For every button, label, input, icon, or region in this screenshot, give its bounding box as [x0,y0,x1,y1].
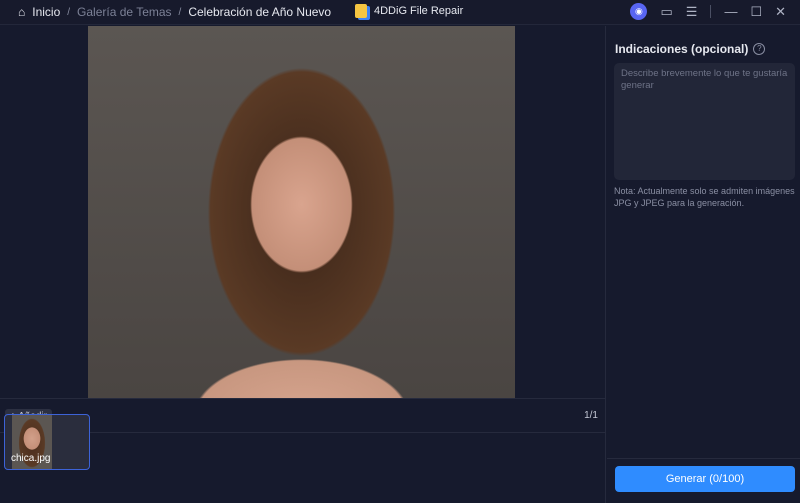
breadcrumb-separator: / [178,6,182,18]
minimize-icon[interactable]: — [724,4,737,19]
home-icon[interactable]: ⌂ [18,5,25,19]
breadcrumb-gallery[interactable]: Galería de Temas [77,5,172,19]
panel-title: Indicaciones (opcional) [615,42,749,56]
thumbnail-name: chica.jpg [11,453,51,464]
breadcrumb-current: Celebración de Año Nuevo [188,5,332,19]
generate-button[interactable]: Generar (0/100) [615,466,795,492]
preview-area: + Añadir 1/1 [0,26,606,503]
discord-icon[interactable]: ◉ [630,3,648,20]
app-title-text: 4DDiG File Repair [374,5,464,17]
breadcrumb: ⌂ Inicio / Galería de Temas / Celebració… [18,5,331,19]
feedback-icon[interactable]: ▭ [660,4,672,20]
breadcrumb-home[interactable]: Inicio [32,5,60,19]
thumbnail-item[interactable]: chica.jpg [4,414,90,470]
divider [607,458,800,459]
close-icon[interactable]: ✕ [775,4,786,20]
image-toolbar: + Añadir 1/1 [0,398,605,433]
prompt-input[interactable] [614,63,795,180]
prompt-panel: Indicaciones (opcional)? Nota: Actualmen… [607,26,800,503]
help-icon[interactable]: ? [753,43,766,55]
menu-icon[interactable]: ☰ [686,4,698,20]
app-title: 4DDiG File Repair [355,4,463,18]
preview-image [88,26,515,398]
format-note: Nota: Actualmente solo se admiten imágen… [614,186,795,208]
breadcrumb-separator: / [67,6,71,18]
divider [710,5,712,18]
page-count: 1/1 [584,410,598,421]
title-bar: ⌂ Inicio / Galería de Temas / Celebració… [0,0,800,25]
app-logo-icon [355,4,367,18]
maximize-icon[interactable]: ☐ [750,4,762,20]
